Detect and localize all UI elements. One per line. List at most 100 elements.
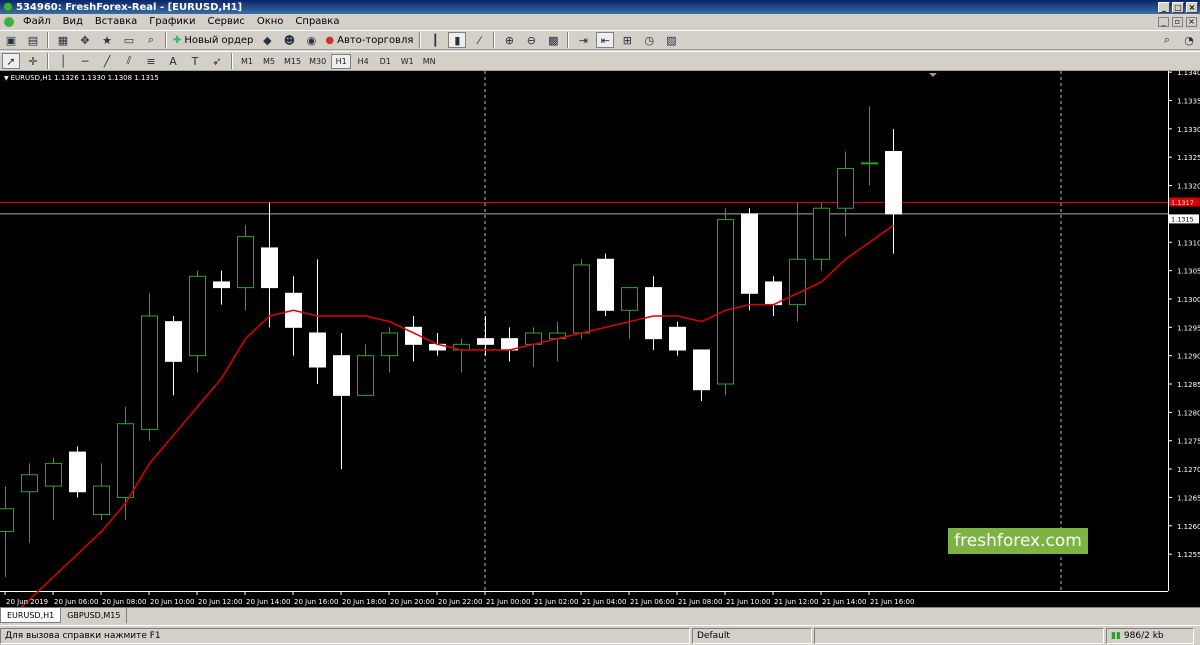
arrows-icon[interactable]: ➶	[208, 53, 226, 69]
x-tick-label: 21 Jun 04:00	[582, 598, 626, 606]
menu-tools[interactable]: Сервис	[201, 16, 250, 27]
chat-icon[interactable]: ◔	[1180, 32, 1198, 48]
drawing-toolbar: ➚ ✛ │ ─ ╱ ⫽ ≡ A T ➶ M1 M5 M15 M30 H1 H4 …	[0, 51, 1200, 71]
timeframe-m5[interactable]: M5	[259, 54, 279, 69]
brand-watermark: freshforex.com	[948, 528, 1088, 554]
cursor-icon[interactable]: ➚	[2, 53, 20, 69]
tile-windows-icon[interactable]: ▩	[544, 32, 562, 48]
status-bar: Для вызова справки нажмите F1 Default ▮▮…	[0, 625, 1200, 645]
x-tick-label: 21 Jun 08:00	[678, 598, 722, 606]
navigator-icon[interactable]: ★	[98, 32, 116, 48]
signals-icon[interactable]: ◉	[302, 32, 320, 48]
bar-chart-icon[interactable]: ┃	[426, 32, 444, 48]
indicators-icon[interactable]: ⊞	[618, 32, 636, 48]
child-minimize-button[interactable]: _	[1158, 16, 1169, 27]
child-close-button[interactable]: ×	[1186, 16, 1197, 27]
vertical-line-icon[interactable]: │	[54, 53, 72, 69]
menu-bar: Файл Вид Вставка Графики Сервис Окно Спр…	[0, 14, 1200, 29]
horizontal-line-icon[interactable]: ─	[76, 53, 94, 69]
x-tick-label: 21 Jun 10:00	[726, 598, 770, 606]
new-order-button[interactable]: ✚ Новый ордер	[170, 32, 256, 48]
tab-eurusd-h1[interactable]: EURUSD,H1	[0, 608, 62, 623]
metaeditor-icon[interactable]: ◆	[258, 32, 276, 48]
status-profile: Default	[692, 627, 812, 644]
auto-scroll-icon[interactable]: ⇥	[574, 32, 592, 48]
x-tick-label: 21 Jun 02:00	[534, 598, 578, 606]
timeframe-m15[interactable]: M15	[281, 54, 304, 69]
y-tick-label: 1.1285	[1177, 381, 1200, 389]
candle-body-bull	[357, 355, 374, 396]
new-chart-icon[interactable]: ▣	[2, 32, 20, 48]
close-button[interactable]: ×	[1186, 1, 1198, 13]
x-tick-label: 20 Jun 12:00	[198, 598, 242, 606]
app-icon	[3, 2, 13, 12]
candle-body-bull	[717, 219, 734, 385]
y-tick-label: 1.1325	[1177, 154, 1200, 162]
timeframe-m30[interactable]: M30	[306, 54, 329, 69]
y-tick-label: 1.1295	[1177, 324, 1200, 332]
status-traffic: ▮▮ 986/2 kb	[1106, 627, 1194, 644]
profiles-icon[interactable]: ▤	[24, 32, 42, 48]
search-icon[interactable]: ⌕	[1158, 32, 1176, 48]
timeframe-h4[interactable]: H4	[353, 54, 373, 69]
candle-body-bull	[93, 485, 110, 515]
bid-price-label: 1.1317	[1171, 199, 1194, 207]
candle-body-bull	[621, 287, 638, 311]
menu-charts[interactable]: Графики	[143, 16, 201, 27]
chart-shift-icon[interactable]: ⇤	[596, 32, 615, 48]
candle-body-bull	[45, 462, 62, 487]
timeframe-m1[interactable]: M1	[237, 54, 257, 69]
price-chart[interactable]: 1.1340 1.1335 1.1330 1.1325 1.1320 1.1310 1.13…	[0, 71, 1200, 607]
fibonacci-icon[interactable]: ≡	[142, 53, 160, 69]
timeframe-h1[interactable]: H1	[331, 53, 352, 69]
x-tick-label: 21 Jun 00:00	[486, 598, 530, 606]
y-tick-label: 1.1335	[1177, 97, 1200, 105]
strategy-tester-icon[interactable]: ⌕	[142, 32, 160, 48]
timeframe-d1[interactable]: D1	[375, 54, 395, 69]
menu-file[interactable]: Файл	[17, 16, 57, 27]
maximize-button[interactable]: □	[1172, 1, 1184, 13]
market-watch-icon[interactable]: ▦	[54, 32, 72, 48]
y-tick-label: 1.1280	[1177, 409, 1200, 417]
candle-body-bull	[237, 236, 254, 289]
candle-body-bull	[861, 162, 878, 165]
auto-trading-label: Авто-торговля	[337, 34, 414, 46]
candle-body-bear	[693, 349, 710, 391]
candle-body-bear	[333, 355, 350, 396]
zoom-in-icon[interactable]: ⊕	[500, 32, 518, 48]
child-restore-button[interactable]: ▫	[1172, 16, 1183, 27]
menu-view[interactable]: Вид	[57, 16, 89, 27]
terminal-icon[interactable]: ▭	[120, 32, 138, 48]
y-tick-label: 1.1300	[1177, 296, 1200, 304]
timeframe-mn[interactable]: MN	[419, 54, 439, 69]
y-tick-label: 1.1340	[1177, 71, 1200, 77]
candle-body-bear	[885, 151, 902, 215]
trendline-icon[interactable]: ╱	[98, 53, 116, 69]
candlestick-icon[interactable]: ▮	[448, 32, 467, 48]
candle-body-bear	[645, 287, 662, 340]
text-label-icon[interactable]: T	[186, 53, 204, 69]
chart-window[interactable]: 1.1340 1.1335 1.1330 1.1325 1.1320 1.1310 1.13…	[0, 71, 1200, 607]
templates-icon[interactable]: ▧	[662, 32, 680, 48]
menu-help[interactable]: Справка	[289, 16, 345, 27]
line-chart-icon[interactable]: ⁄	[470, 32, 488, 48]
periods-icon[interactable]: ◷	[640, 32, 658, 48]
auto-trading-button[interactable]: ● Авто-торговля	[322, 32, 416, 48]
new-order-icon: ✚	[173, 34, 182, 46]
menu-window[interactable]: Окно	[251, 16, 290, 27]
crosshair-icon[interactable]: ✛	[24, 53, 42, 69]
x-tick-label: 20 Jun 14:00	[246, 598, 290, 606]
menu-insert[interactable]: Вставка	[89, 16, 143, 27]
chart-header-text: EURUSD,H1 1.1326 1.1330 1.1308 1.1315	[10, 74, 159, 82]
data-window-icon[interactable]: ✥	[76, 32, 94, 48]
text-tool-icon[interactable]: A	[164, 53, 182, 69]
timeframe-w1[interactable]: W1	[397, 54, 417, 69]
community-icon[interactable]: ☻	[280, 32, 298, 48]
y-tick-label: 1.1255	[1177, 551, 1200, 559]
equidistant-channel-icon[interactable]: ⫽	[120, 53, 138, 69]
zoom-out-icon[interactable]: ⊖	[522, 32, 540, 48]
minimize-button[interactable]: _	[1158, 1, 1170, 13]
candle-body-bear	[741, 213, 758, 294]
tab-gbpusd-m15[interactable]: GBPUSD,M15	[61, 608, 128, 623]
y-tick-label: 1.1265	[1177, 494, 1200, 502]
